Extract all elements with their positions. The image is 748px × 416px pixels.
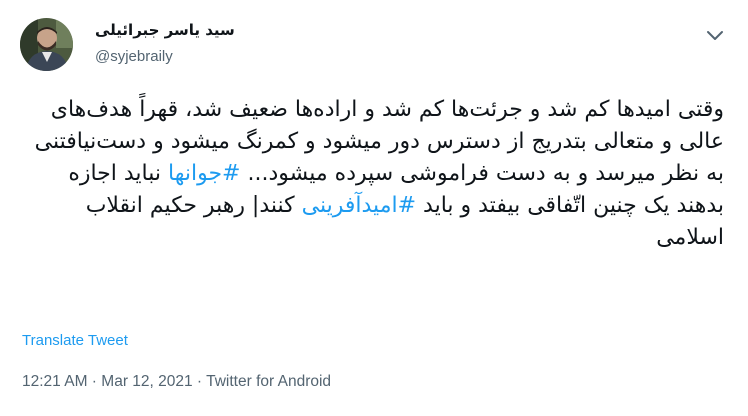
tweet-metadata: 12:21 AM · Mar 12, 2021 · Twitter for An… bbox=[22, 373, 331, 391]
meta-separator: · bbox=[87, 373, 102, 390]
profile-photo-icon bbox=[20, 18, 73, 71]
hashtag-link[interactable]: #جوانها bbox=[168, 161, 240, 186]
tweet-text: وقتی امیدها کم شد و جرئت‌ها کم شد و اراد… bbox=[22, 94, 724, 254]
meta-separator: · bbox=[192, 373, 207, 390]
tweet-date[interactable]: Mar 12, 2021 bbox=[101, 373, 192, 390]
user-handle[interactable]: @syjebraily bbox=[95, 48, 173, 65]
chevron-down-icon bbox=[707, 31, 723, 40]
more-options-button[interactable] bbox=[700, 24, 730, 48]
avatar[interactable] bbox=[20, 18, 73, 71]
display-name[interactable]: سید یاسر جبرائیلی bbox=[95, 21, 235, 39]
hashtag-link[interactable]: #امیدآفرینی bbox=[302, 193, 416, 218]
tweet-source[interactable]: Twitter for Android bbox=[206, 373, 331, 390]
translate-tweet-link[interactable]: Translate Tweet bbox=[22, 332, 128, 349]
tweet-header: سید یاسر جبرائیلی @syjebraily bbox=[0, 0, 748, 90]
tweet-time[interactable]: 12:21 AM bbox=[22, 373, 88, 390]
